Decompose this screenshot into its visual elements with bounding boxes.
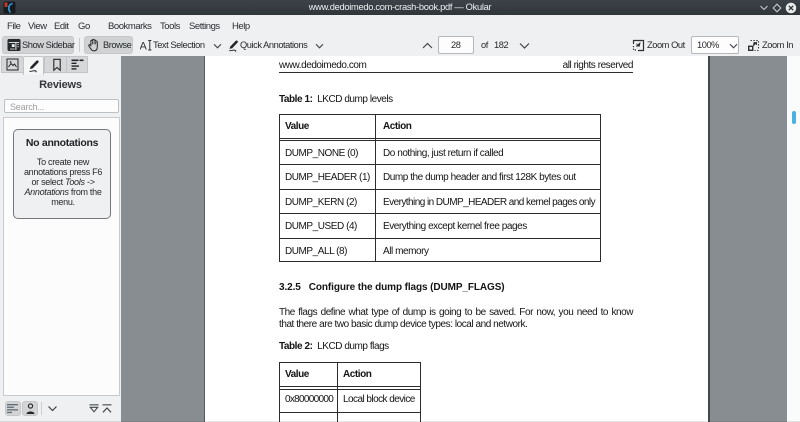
- svg-text:A: A: [140, 41, 148, 53]
